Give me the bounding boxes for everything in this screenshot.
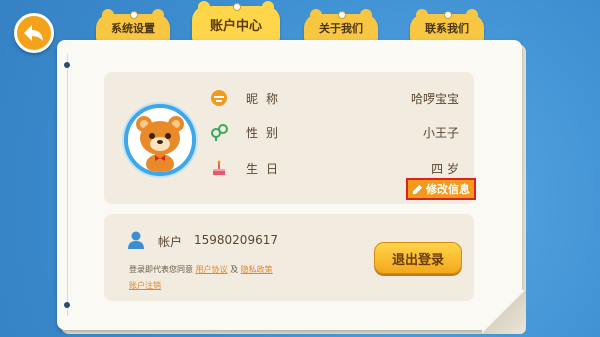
nickname-value: 哈啰宝宝 bbox=[410, 92, 459, 106]
profile-card: 昵称 哈啰宝宝 性别 小王子 生日 四 岁 修改信息 bbox=[104, 72, 476, 204]
account-label: 帐户 bbox=[158, 235, 183, 249]
edit-info-button[interactable]: 修改信息 bbox=[406, 178, 476, 200]
agreement-text: 登录即代表您同意 用户协议 及 隐私政策 bbox=[129, 264, 273, 275]
margin-line bbox=[67, 54, 68, 316]
agree-prefix: 登录即代表您同意 bbox=[129, 265, 193, 274]
logout-label: 退出登录 bbox=[391, 252, 444, 268]
bear-avatar-icon bbox=[128, 108, 192, 172]
nickname-icon bbox=[211, 90, 227, 106]
tab-about-us[interactable]: 关于我们 bbox=[304, 9, 378, 42]
page-curl bbox=[482, 290, 526, 334]
notebook-panel: 昵称 哈啰宝宝 性别 小王子 生日 四 岁 修改信息 帐户 1598020961… bbox=[57, 40, 526, 334]
logout-button[interactable]: 退出登录 bbox=[374, 242, 462, 274]
agree-and: 及 bbox=[230, 265, 239, 274]
back-arrow-icon bbox=[24, 25, 43, 41]
tab-system-settings[interactable]: 系统设置 bbox=[96, 9, 170, 42]
birthday-row: 生日 四 岁 bbox=[209, 158, 459, 178]
birthday-value: 四 岁 bbox=[431, 162, 459, 176]
avatar[interactable] bbox=[124, 104, 196, 176]
gender-label: 性别 bbox=[246, 126, 287, 140]
edit-pencil-icon bbox=[412, 184, 423, 194]
user-agreement-link[interactable]: 用户协议 bbox=[196, 265, 228, 274]
tab-label: 关于我们 bbox=[319, 22, 363, 35]
account-card: 帐户 15980209617 登录即代表您同意 用户协议 及 隐私政策 账户注销… bbox=[104, 214, 474, 301]
tab-label: 系统设置 bbox=[111, 22, 155, 35]
gender-row: 性别 小王子 bbox=[209, 122, 459, 142]
binder-hole bbox=[64, 62, 70, 68]
gender-icon bbox=[211, 124, 228, 141]
birthday-label: 生日 bbox=[246, 162, 287, 176]
nickname-row: 昵称 哈啰宝宝 bbox=[209, 88, 459, 108]
account-value: 15980209617 bbox=[194, 233, 278, 247]
nickname-label: 昵称 bbox=[246, 92, 287, 106]
tab-account-center[interactable]: 账户中心 bbox=[192, 1, 280, 42]
deregister-link[interactable]: 账户注销 bbox=[129, 280, 161, 291]
birthday-cake-icon bbox=[213, 160, 225, 175]
tab-label: 账户中心 bbox=[209, 18, 262, 34]
user-icon bbox=[128, 231, 144, 249]
edit-info-label: 修改信息 bbox=[426, 183, 470, 196]
binder-hole bbox=[64, 302, 70, 308]
back-button[interactable] bbox=[14, 13, 54, 53]
gender-value: 小王子 bbox=[422, 126, 459, 140]
tab-contact-us[interactable]: 联系我们 bbox=[410, 9, 484, 42]
tab-label: 联系我们 bbox=[425, 22, 469, 35]
privacy-policy-link[interactable]: 隐私政策 bbox=[241, 265, 273, 274]
